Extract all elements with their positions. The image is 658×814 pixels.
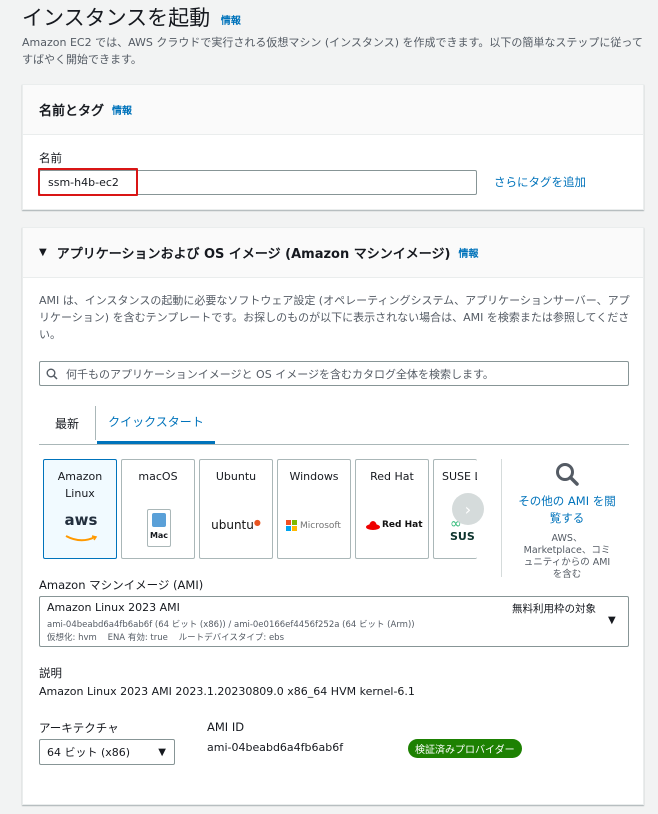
arch-select[interactable]: 64 ビット (x86) ▼: [39, 739, 175, 765]
browse-more-sub: AWS、Marketplace、コミュニティからの AMI を含む: [523, 533, 611, 580]
ami-panel: ▼ アプリケーションおよび OS イメージ (Amazon マシンイメージ) 情…: [22, 227, 644, 805]
name-tags-panel: 名前とタグ 情報 名前 ssm-h4b-ec2 さらにタグを追加: [22, 84, 644, 210]
arch-select-value: 64 ビット (x86): [47, 746, 131, 759]
mac-logo-icon: Mac: [147, 509, 171, 547]
ami-header[interactable]: ▼ アプリケーションおよび OS イメージ (Amazon マシンイメージ) 情…: [23, 228, 643, 278]
ami-id-value: ami-04beabd6a4fb6ab6f: [207, 741, 344, 754]
name-tags-title: 名前とタグ: [39, 104, 105, 119]
carousel-next-button[interactable]: ›: [452, 493, 484, 525]
tab-quickstart[interactable]: クイックスタート: [97, 402, 215, 444]
ami-tile-macos[interactable]: macOS Mac: [121, 459, 195, 559]
microsoft-logo-text: Microsoft: [300, 520, 341, 531]
ami-tile-redhat-label: Red Hat: [370, 470, 414, 483]
mac-logo-text: Mac: [149, 531, 169, 540]
ami-select-details: 仮想化: hvm ENA 有効: true ルートデバイスタイプ: ebs: [47, 633, 284, 643]
ami-tile-windows[interactable]: Windows Microsoft: [277, 459, 351, 559]
aws-logo-icon: aws: [63, 512, 99, 547]
tiles-divider: [501, 459, 502, 577]
caret-down-icon[interactable]: ▼: [39, 247, 47, 258]
search-icon: [46, 368, 58, 380]
page-info-link[interactable]: 情報: [221, 16, 241, 27]
ami-tile-macos-label: macOS: [138, 470, 178, 483]
ami-tile-ubuntu[interactable]: Ubuntu ubuntu●: [199, 459, 273, 559]
page-title-text: インスタンスを起動: [22, 6, 211, 30]
ami-tile-suse-label: SUSE L: [442, 470, 477, 483]
browse-more-amis[interactable]: その他の AMI を閲覧する AWS、Marketplace、コミュニティからの…: [507, 461, 627, 581]
ubuntu-logo-text: ubuntu: [211, 518, 254, 532]
caret-down-icon: ▼: [608, 615, 616, 626]
tab-quickstart-label: クイックスタート: [108, 415, 204, 429]
ami-select-name: Amazon Linux 2023 AMI: [47, 601, 180, 614]
browse-more-link[interactable]: その他の AMI を閲覧する: [507, 493, 627, 527]
ami-search-placeholder: 何千ものアプリケーションイメージと OS イメージを含むカタログ全体を検索します…: [66, 367, 494, 381]
ami-tile-amazon-linux[interactable]: Amazon Linux aws: [43, 459, 117, 559]
page-description: Amazon EC2 では、AWS クラウドで実行される仮想マシン (インスタン…: [22, 36, 643, 66]
name-tags-header: 名前とタグ 情報: [23, 85, 643, 135]
search-large-icon: [507, 461, 627, 491]
name-input-highlight: [38, 168, 138, 196]
add-tags-link[interactable]: さらにタグを追加: [494, 174, 586, 190]
verified-provider-badge: 検証済みプロバイダー: [408, 739, 522, 758]
ami-search-input[interactable]: 何千ものアプリケーションイメージと OS イメージを含むカタログ全体を検索します…: [39, 361, 629, 386]
desc-value: Amazon Linux 2023 AMI 2023.1.20230809.0 …: [39, 685, 415, 698]
ami-tile-ubuntu-label: Ubuntu: [215, 470, 257, 483]
name-label: 名前: [39, 151, 62, 165]
ami-info-link[interactable]: 情報: [458, 245, 478, 260]
ami-select[interactable]: Amazon Linux 2023 AMI 無料利用枠の対象 ami-04bea…: [39, 596, 629, 647]
redhat-logo-icon: Red Hat: [366, 520, 426, 530]
microsoft-logo-icon: Microsoft: [286, 520, 346, 531]
tab-recent-label: 最新: [54, 416, 79, 431]
ami-id-label: AMI ID: [207, 720, 245, 734]
ami-select-ids: ami-04beabd6a4fb6ab6f (64 ビット (x86)) / a…: [47, 620, 415, 630]
ami-tile-redhat[interactable]: Red Hat Red Hat: [355, 459, 429, 559]
ami-description: AMI は、インスタンスの起動に必要なソフトウェア設定 (オペレーティングシステ…: [39, 294, 630, 341]
arch-label: アーキテクチャ: [39, 721, 119, 735]
ami-section-title: アプリケーションおよび OS イメージ (Amazon マシンイメージ): [56, 247, 451, 262]
tab-recent[interactable]: 最新: [39, 406, 96, 440]
aws-logo-text: aws: [64, 511, 98, 529]
ubuntu-logo-icon: ubuntu●: [211, 518, 261, 532]
ami-tile-windows-label: Windows: [289, 470, 339, 483]
desc-label: 説明: [39, 666, 62, 680]
page-title: インスタンスを起動 情報: [22, 2, 241, 32]
suse-logo-text: SUS: [450, 530, 475, 543]
caret-down-icon: ▼: [158, 746, 166, 758]
ami-tile-amazon-linux-label: Amazon Linux: [57, 470, 103, 500]
ami-tabs: 最新 クイックスタート: [39, 402, 629, 445]
chevron-right-icon: ›: [464, 499, 472, 519]
redhat-logo-text: Red Hat: [382, 520, 423, 530]
name-tags-info-link[interactable]: 情報: [112, 102, 132, 117]
ami-label: Amazon マシンイメージ (AMI): [39, 578, 204, 592]
free-tier-label: 無料利用枠の対象: [512, 603, 596, 615]
